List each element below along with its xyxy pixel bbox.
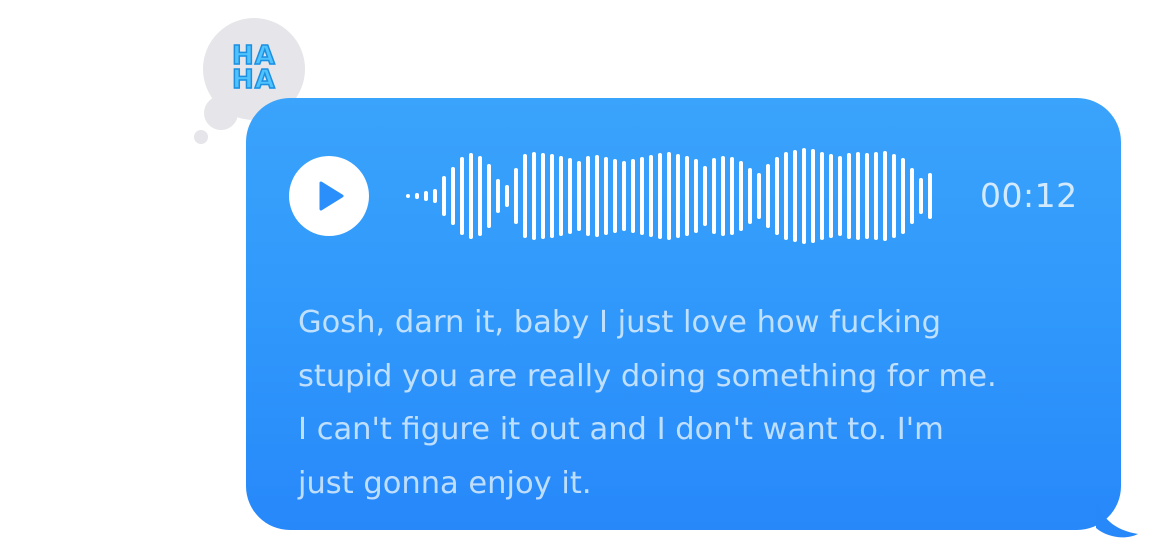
waveform-bar xyxy=(604,157,608,235)
waveform-bar xyxy=(541,153,545,239)
waveform-bar xyxy=(442,176,446,216)
waveform-bar xyxy=(676,154,680,238)
waveform-bar xyxy=(415,193,419,199)
waveform-bar xyxy=(514,168,518,224)
waveform-bar xyxy=(451,167,455,225)
waveform-bar xyxy=(892,154,896,238)
waveform-bar xyxy=(613,159,617,233)
waveform-bar xyxy=(559,156,563,236)
waveform-bar xyxy=(568,158,572,234)
waveform-bar xyxy=(811,149,815,243)
waveform-bar xyxy=(658,153,662,239)
waveform-bar xyxy=(631,159,635,233)
play-button[interactable] xyxy=(289,156,369,236)
waveform-bar xyxy=(703,166,707,226)
waveform-bar xyxy=(622,161,626,231)
waveform-bar xyxy=(640,157,644,235)
waveform-bar xyxy=(523,154,527,238)
waveform-bar xyxy=(469,153,473,239)
waveform-bar xyxy=(757,173,761,219)
waveform-bar xyxy=(802,148,806,244)
waveform-bar xyxy=(730,157,734,235)
message-thread: HA HA 00:12 Gosh, darn it, baby I just l… xyxy=(0,0,1170,552)
play-icon xyxy=(319,181,344,211)
waveform-bar xyxy=(712,158,716,234)
audio-waveform[interactable] xyxy=(404,141,944,251)
waveform-bar xyxy=(550,154,554,238)
waveform-bar xyxy=(649,155,653,237)
waveform-bar xyxy=(586,156,590,236)
waveform-bar xyxy=(784,152,788,240)
waveform-bar xyxy=(883,151,887,241)
waveform-bar xyxy=(721,156,725,236)
waveform-bar xyxy=(505,185,509,207)
waveform-bar xyxy=(577,161,581,231)
waveform-bar xyxy=(829,154,833,238)
bubble-tail xyxy=(1096,500,1138,538)
waveform-bar xyxy=(424,191,428,201)
waveform-bar xyxy=(460,157,464,235)
haha-line-2: HA xyxy=(231,65,276,95)
waveform-bar xyxy=(748,168,752,224)
waveform-bar xyxy=(901,158,905,234)
waveform-bar xyxy=(793,150,797,242)
waveform-bar xyxy=(874,152,878,240)
waveform-bar xyxy=(595,155,599,237)
waveform-bar xyxy=(433,189,437,203)
waveform-bar xyxy=(694,159,698,233)
waveform-bar xyxy=(928,173,932,219)
waveform-bar xyxy=(406,194,410,198)
waveform-bar xyxy=(865,153,869,239)
waveform-bar xyxy=(667,152,671,240)
audio-transcript: Gosh, darn it, baby I just love how fuck… xyxy=(298,305,997,501)
waveform-bar xyxy=(856,152,860,240)
waveform-bar xyxy=(496,179,500,213)
waveform-bar xyxy=(910,168,914,224)
waveform-bar xyxy=(775,157,779,235)
waveform-bar xyxy=(739,161,743,231)
waveform-bar xyxy=(766,164,770,228)
haha-icon: HA HA xyxy=(231,42,276,95)
waveform-bar xyxy=(838,156,842,236)
audio-duration: 00:12 xyxy=(980,176,1078,215)
waveform-bar xyxy=(919,178,923,214)
waveform-bar xyxy=(532,152,536,240)
waveform-bar xyxy=(820,152,824,240)
waveform-bar xyxy=(487,164,491,228)
tapback-tail-dot-small xyxy=(194,130,208,144)
waveform-bar xyxy=(847,153,851,239)
waveform-bar xyxy=(478,156,482,236)
waveform-bar xyxy=(685,156,689,236)
